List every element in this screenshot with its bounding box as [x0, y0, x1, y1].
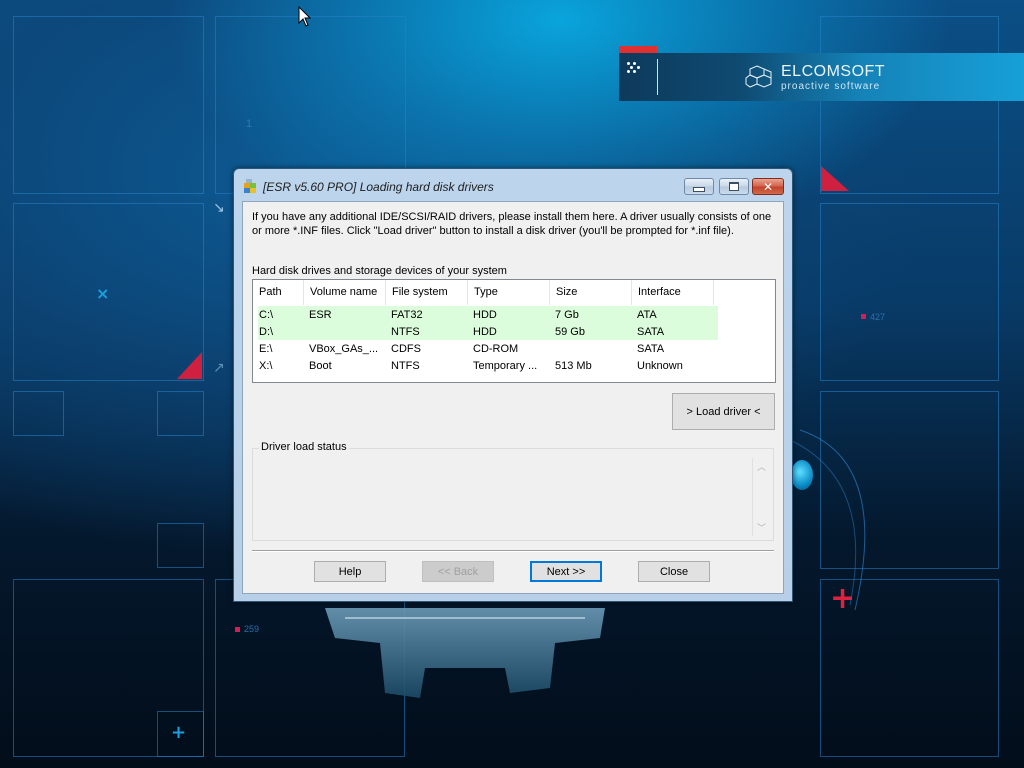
- grid-panel: [13, 16, 204, 194]
- close-icon: ✕: [762, 179, 774, 194]
- scroll-up-icon[interactable]: ︿: [757, 460, 766, 473]
- grid-panel: [820, 203, 999, 381]
- table-row[interactable]: X:\ Boot NTFS Temporary ... 513 Mb Unkno…: [258, 357, 718, 374]
- table-row[interactable]: C:\ ESR FAT32 HDD 7 Gb ATA: [258, 306, 718, 323]
- scroll-down-icon[interactable]: ﹀: [757, 521, 766, 534]
- decor-label: 1: [246, 118, 253, 130]
- column-header-type[interactable]: Type: [468, 280, 550, 305]
- table-row[interactable]: D:\ NTFS HDD 59 Gb SATA: [258, 323, 718, 340]
- cell-size: [554, 340, 636, 357]
- brand-name: ELCOMSOFT: [781, 63, 886, 80]
- cell-volume: VBox_GAs_...: [309, 343, 379, 355]
- title-bar[interactable]: [ESR v5.60 PRO] Loading hard disk driver…: [234, 169, 792, 201]
- cell-path: C:\: [259, 309, 274, 321]
- cell-volume: ESR: [309, 309, 332, 321]
- arrow-down-right-icon: ↘: [213, 200, 225, 216]
- column-header-volume-name[interactable]: Volume name: [304, 280, 386, 305]
- grid-panel: [157, 391, 204, 436]
- driver-load-status-label: Driver load status: [259, 441, 349, 453]
- cell-type: Temporary ...: [473, 360, 538, 372]
- cell-fs: FAT32: [391, 309, 423, 321]
- maximize-icon: [729, 182, 739, 191]
- banner-separator: [657, 59, 658, 95]
- status-scrollbar[interactable]: ︿ ﹀: [752, 458, 770, 536]
- drives-table[interactable]: Path Volume name File system Type Size I…: [252, 279, 776, 383]
- decor-square: [861, 314, 866, 319]
- cube-logo-icon: [745, 65, 772, 88]
- cell-path: E:\: [259, 343, 273, 355]
- cell-path: D:\: [259, 326, 274, 338]
- cell-fs: NTFS: [391, 326, 420, 338]
- elcomsoft-banner: ELCOMSOFT proactive software: [619, 53, 1024, 101]
- plus-mark-icon: +: [171, 722, 187, 743]
- cell-size: 513 Mb: [555, 360, 592, 372]
- cell-size: 7 Gb: [555, 309, 579, 321]
- cell-path: X:\: [259, 360, 273, 372]
- minimize-icon: [693, 186, 705, 192]
- brand-tagline: proactive software: [781, 81, 881, 92]
- help-button[interactable]: Help: [314, 561, 386, 582]
- cell-volume: Boot: [309, 360, 332, 372]
- arc-decor: [789, 429, 866, 611]
- minimize-button[interactable]: [684, 178, 714, 195]
- app-installer-icon: [244, 179, 256, 193]
- grid-panel: [157, 523, 204, 568]
- arrow-up-right-icon: ↗: [213, 360, 225, 376]
- cell-interface: Unknown: [637, 360, 683, 372]
- button-divider: [252, 550, 774, 552]
- dialog-window: [ESR v5.60 PRO] Loading hard disk driver…: [233, 168, 793, 602]
- cell-interface: SATA: [637, 326, 665, 338]
- driver-load-status-text[interactable]: [257, 458, 755, 536]
- drives-list-caption: Hard disk drives and storage devices of …: [252, 265, 507, 277]
- cell-fs: NTFS: [391, 360, 420, 372]
- window-title: [ESR v5.60 PRO] Loading hard disk driver…: [263, 180, 494, 194]
- cell-type: CD-ROM: [473, 343, 519, 355]
- cell-volume: [308, 323, 390, 340]
- red-corner-decor: [821, 166, 849, 191]
- decor-square: [235, 627, 240, 632]
- table-header: Path Volume name File system Type Size I…: [253, 280, 714, 305]
- decor-label: 259: [244, 624, 260, 634]
- mouse-cursor-icon: [298, 6, 312, 27]
- cell-size: 59 Gb: [555, 326, 585, 338]
- column-header-file-system[interactable]: File system: [386, 280, 468, 305]
- dots-logo-icon: [627, 61, 647, 75]
- column-header-size[interactable]: Size: [550, 280, 632, 305]
- decor-label: 427: [870, 312, 886, 322]
- close-button[interactable]: Close: [638, 561, 710, 582]
- red-corner-decor: [177, 352, 202, 379]
- cell-type: HDD: [473, 309, 497, 321]
- back-button[interactable]: << Back: [422, 561, 494, 582]
- grid-panel: [13, 391, 64, 436]
- cell-interface: SATA: [637, 343, 665, 355]
- x-mark-icon: ×: [96, 284, 110, 303]
- cell-fs: CDFS: [391, 343, 421, 355]
- banner-accent: [619, 46, 657, 53]
- table-row[interactable]: E:\ VBox_GAs_... CDFS CD-ROM SATA: [258, 340, 718, 357]
- column-header-interface[interactable]: Interface: [632, 280, 714, 305]
- load-driver-button[interactable]: > Load driver <: [672, 393, 775, 430]
- intro-text: If you have any additional IDE/SCSI/RAID…: [252, 211, 772, 237]
- dialog-client-area: If you have any additional IDE/SCSI/RAID…: [242, 201, 784, 594]
- cell-type: HDD: [473, 326, 497, 338]
- column-header-path[interactable]: Path: [253, 280, 304, 305]
- cell-interface: ATA: [637, 309, 657, 321]
- driver-load-status-group: Driver load status ︿ ﹀: [252, 441, 774, 541]
- maximize-button[interactable]: [719, 178, 749, 195]
- next-button[interactable]: Next >>: [530, 561, 602, 582]
- gear-decor: [325, 608, 605, 698]
- close-window-button[interactable]: ✕: [752, 178, 784, 195]
